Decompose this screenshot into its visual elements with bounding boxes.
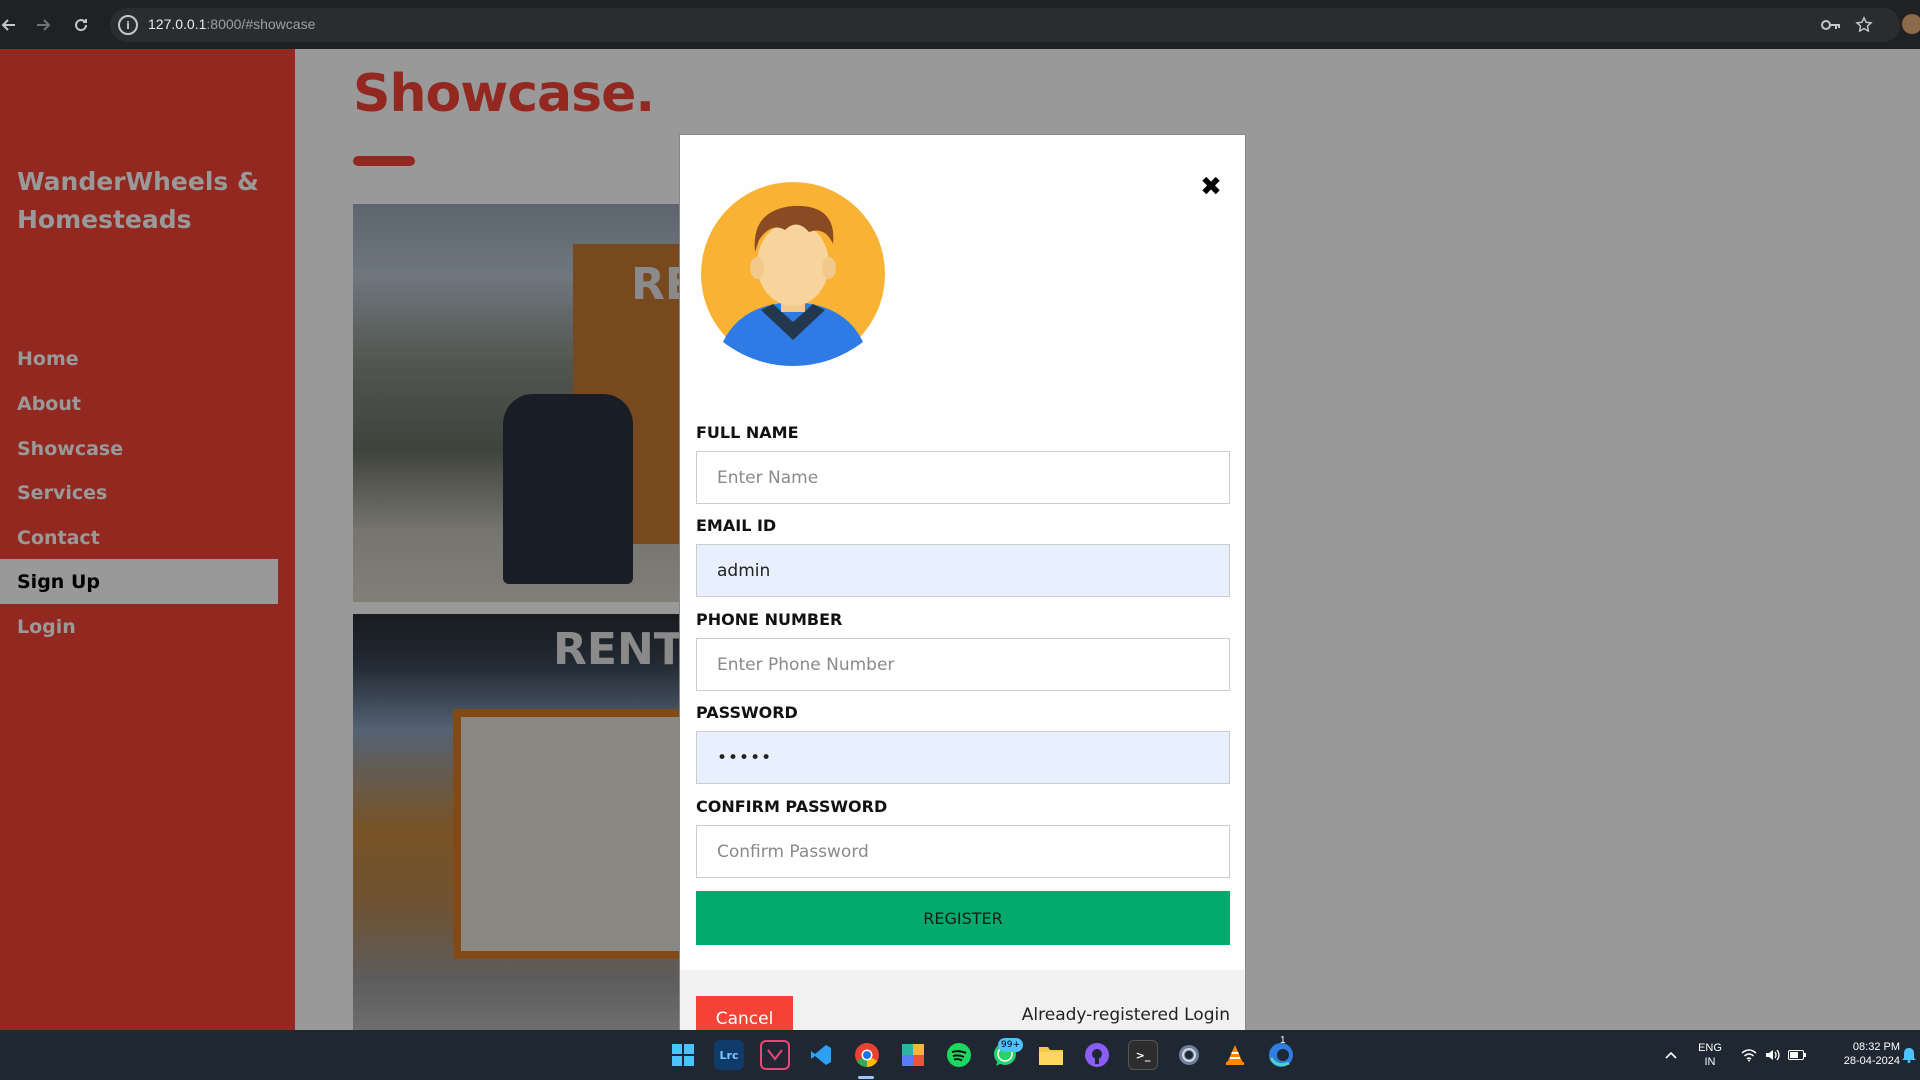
chrome-icon[interactable] (852, 1040, 882, 1070)
site-info-icon[interactable]: i (118, 15, 138, 35)
web-page: WanderWheels & Homesteads Home About Sho… (0, 49, 1920, 1030)
confirm-password-input[interactable]: Confirm Password (696, 825, 1230, 878)
vscode-icon[interactable] (806, 1040, 836, 1070)
whatsapp-badge: 99+ (998, 1038, 1023, 1052)
register-button[interactable]: REGISTER (696, 891, 1230, 945)
clock[interactable]: 08:32 PM 28-04-2024 (1818, 1040, 1900, 1068)
edge-badge: 1 (1280, 1035, 1286, 1046)
avatar-icon (701, 182, 885, 366)
email-label: EMAIL ID (696, 516, 777, 535)
browser-toolbar: i 127.0.0.1:8000/#showcase (0, 0, 1920, 49)
reload-icon[interactable] (68, 12, 94, 38)
github-icon[interactable] (1082, 1040, 1112, 1070)
password-key-icon[interactable] (1820, 14, 1842, 36)
phone-input[interactable]: Enter Phone Number (696, 638, 1230, 691)
bookmark-star-icon[interactable] (1853, 14, 1875, 36)
file-explorer-icon[interactable] (1036, 1040, 1066, 1070)
cancel-button[interactable]: Cancel (696, 996, 793, 1030)
vlc-icon[interactable] (1220, 1040, 1250, 1070)
lrc-app-icon[interactable]: Lrc (714, 1040, 744, 1070)
pink-app-icon[interactable] (760, 1040, 790, 1070)
profile-avatar[interactable] (1902, 14, 1920, 34)
full-name-label: FULL NAME (696, 423, 799, 442)
signup-modal: ✖ FULL NAME Enter Name EMAIL ID admin PH… (679, 134, 1246, 1030)
taskbar: Lrc 99+ >_ 1 ENG IN 08:32 PM 28-04-2024 (0, 1030, 1920, 1080)
full-name-input[interactable]: Enter Name (696, 451, 1230, 504)
modal-footer: Cancel Already-registered Login (680, 970, 1245, 1030)
battery-icon[interactable] (1788, 1046, 1806, 1064)
already-registered-login-link[interactable]: Already-registered Login (1022, 1005, 1230, 1025)
volume-icon[interactable] (1764, 1046, 1782, 1064)
chevron-up-icon[interactable] (1662, 1046, 1680, 1064)
language-indicator[interactable]: ENG IN (1693, 1041, 1727, 1069)
url-text[interactable]: 127.0.0.1:8000/#showcase (148, 16, 315, 32)
back-icon[interactable] (0, 12, 22, 38)
phone-label: PHONE NUMBER (696, 610, 843, 629)
photos-icon[interactable] (898, 1040, 928, 1070)
email-input[interactable]: admin (696, 544, 1230, 597)
wifi-icon[interactable] (1740, 1046, 1758, 1064)
active-app-indicator (858, 1076, 874, 1079)
confirm-password-label: CONFIRM PASSWORD (696, 797, 888, 816)
close-icon[interactable]: ✖ (1196, 172, 1226, 202)
password-input[interactable]: ••••• (696, 731, 1230, 784)
forward-icon[interactable] (30, 12, 56, 38)
terminal-icon[interactable]: >_ (1128, 1040, 1158, 1070)
password-label: PASSWORD (696, 703, 798, 722)
settings-gear-icon[interactable] (1174, 1040, 1204, 1070)
windows-start-icon[interactable] (668, 1040, 698, 1070)
notification-bell-icon[interactable] (1900, 1046, 1918, 1064)
address-bar[interactable]: i 127.0.0.1:8000/#showcase (110, 8, 1900, 42)
spotify-icon[interactable] (944, 1040, 974, 1070)
